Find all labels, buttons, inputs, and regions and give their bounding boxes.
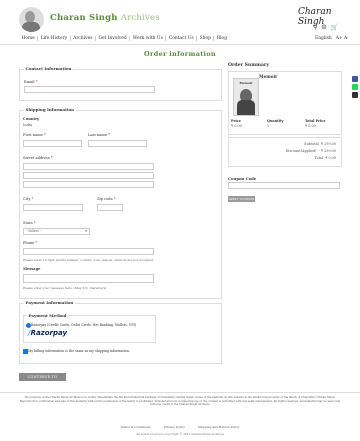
quantity-label: Quantity (267, 119, 284, 123)
street-field-2[interactable] (23, 172, 154, 179)
coupon-label: Coupon Code (228, 176, 257, 181)
quantity-column: Quantity 1 (267, 119, 283, 128)
chevron-down-icon: ▾ (85, 229, 87, 233)
message-field[interactable] (23, 274, 154, 283)
site-title-sub: Archives (120, 13, 160, 23)
zip-field[interactable] (97, 204, 123, 211)
book-cover-title: Memoir (239, 81, 253, 85)
last-name-label: Last name * (88, 133, 110, 137)
city-field[interactable] (23, 204, 83, 211)
twitter-icon[interactable] (352, 92, 358, 98)
contact-legend: Contact Information (24, 66, 73, 71)
street-field-1[interactable] (23, 163, 154, 170)
shipping-legend: Shipping Information (24, 107, 76, 112)
nav-item-archives[interactable]: Archives (71, 36, 96, 41)
header: Charan Singh Archives Charan Singh ⚲ ☺ 🛒 (0, 0, 360, 34)
first-name-label: First name * (23, 133, 46, 137)
apply-coupon-button[interactable]: APPLY COUPON (228, 196, 255, 202)
contact-fieldset (19, 69, 222, 101)
search-icon[interactable]: ⚲ (313, 24, 317, 31)
email-field[interactable] (24, 86, 155, 93)
payment-method-legend: Payment Method (27, 313, 68, 318)
coupon-field[interactable] (228, 182, 340, 189)
contrast-toggle[interactable]: A+ A- (336, 36, 349, 41)
discount-row: Discount(Applied) - ₹ 299.00 (285, 149, 336, 153)
page-title: Order information (144, 50, 216, 58)
total-column: Total Price ₹ 0.00 (305, 119, 325, 128)
message-note: Please enter your message here. (Max 512… (23, 286, 107, 290)
quantity-value: 1 (267, 124, 270, 128)
state-label: State * (23, 221, 36, 225)
logo-portrait[interactable] (19, 7, 44, 32)
main-nav: Home Life History Archives Get Involved … (19, 36, 230, 41)
razorpay-logo: /Razorpay (28, 329, 68, 337)
phone-field[interactable] (23, 248, 154, 255)
price-label: Price (231, 119, 241, 123)
nav-item-home[interactable]: Home (19, 36, 39, 41)
footer-links: Terms & Conditions Privacy Policy Shippi… (0, 425, 360, 429)
footer-link-terms[interactable]: Terms & Conditions (120, 425, 150, 429)
continue-button[interactable]: CONTINUE TO REVIEW (19, 373, 66, 387)
cart-icon[interactable]: 🛒 (331, 24, 338, 31)
first-name-field[interactable] (23, 140, 82, 147)
country-label: Country (23, 117, 40, 121)
user-icon[interactable]: ☺ (321, 24, 326, 31)
whatsapp-icon[interactable] (352, 84, 358, 90)
nav-item-life-history[interactable]: Life History (38, 36, 71, 41)
price-column: Price ₹ 0.00 (231, 119, 242, 128)
price-value: ₹ 0.00 (231, 124, 242, 128)
copyright: All rights reserved. Copyright © 2022 Ch… (136, 432, 224, 436)
state-select[interactable]: - Select - ▾ (23, 228, 90, 235)
nav-item-shop[interactable]: Shop (197, 36, 215, 41)
zip-label: Zip code * (97, 197, 116, 201)
product-name[interactable]: Memoir (259, 74, 277, 79)
city-label: City * (23, 197, 34, 201)
grand-total-row: Total ₹ 0.00 (314, 156, 336, 160)
footer-link-shipping[interactable]: Shipping and Return Policy (198, 425, 240, 429)
razorpay-option-label[interactable]: Razorpay (Credit Cards, Debit Cards, Net… (31, 323, 136, 327)
facebook-icon[interactable] (352, 76, 358, 82)
billing-same-label: My billing information is the same as my… (28, 349, 130, 353)
payment-legend: Payment Information (24, 300, 75, 305)
phone-note: Please enter 10 digit mobile number, cou… (23, 258, 154, 262)
footer-divider (0, 392, 360, 393)
divider (0, 44, 360, 45)
email-label: Email * (24, 80, 38, 84)
order-summary-title: Order Summary (228, 63, 270, 68)
street-field-3[interactable] (23, 181, 154, 188)
message-label: Message (23, 267, 41, 271)
country-value: India (23, 123, 33, 127)
site-title-main: Charan Singh (50, 13, 118, 23)
last-name-field[interactable] (88, 140, 147, 147)
total-price-value: ₹ 0.00 (305, 124, 316, 128)
site-title[interactable]: Charan Singh Archives (50, 13, 160, 23)
street-label: Street address * (23, 156, 53, 160)
nav-item-contact-us[interactable]: Contact Us (166, 36, 198, 41)
total-price-label: Total Price (305, 119, 326, 123)
phone-label: Phone * (23, 241, 38, 245)
subtotal-row: Subtotal ₹ 299.00 (304, 142, 336, 146)
share-bar (352, 76, 358, 98)
footer-disclaimer: The purpose of the Charan Singh Archives… (19, 396, 341, 407)
footer-link-privacy[interactable]: Privacy Policy (164, 425, 185, 429)
nav-item-work-with-us[interactable]: Work with Us (130, 36, 167, 41)
book-cover-image: Memoir (233, 78, 259, 116)
nav-item-blog[interactable]: Blog (214, 36, 229, 41)
nav-item-get-involved[interactable]: Get Involved (96, 36, 131, 41)
language-select[interactable]: English (315, 36, 332, 41)
